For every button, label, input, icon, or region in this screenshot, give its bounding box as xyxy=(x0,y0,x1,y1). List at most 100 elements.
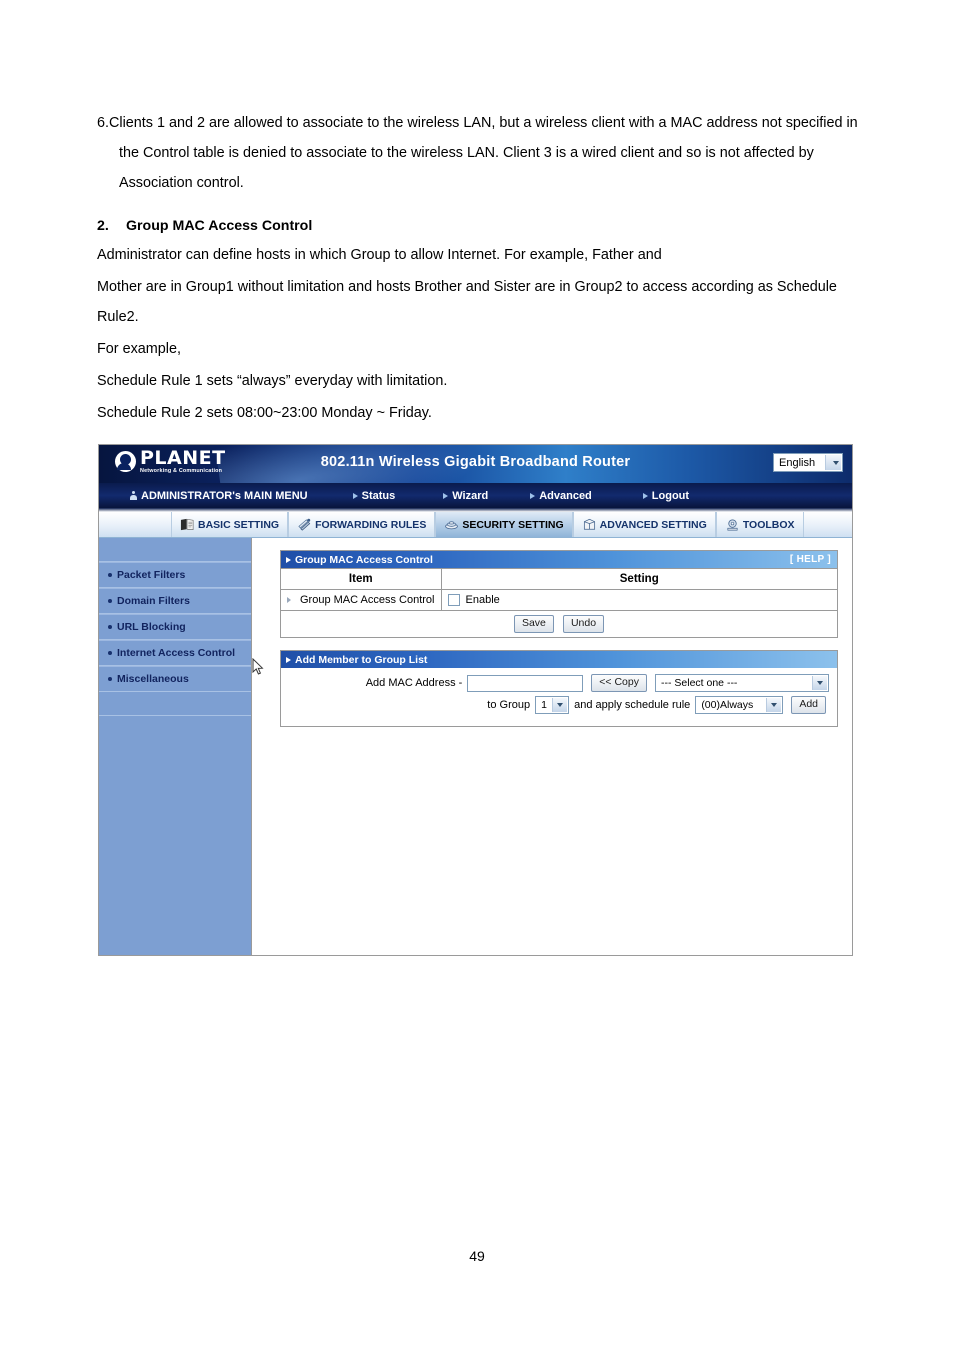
sidebar-item-internet-access-control[interactable]: Internet Access Control xyxy=(99,640,251,666)
arrow-right-icon xyxy=(286,656,291,663)
select-one-dropdown[interactable]: --- Select one --- xyxy=(655,674,829,692)
tab-toolbox[interactable]: TOOLBOX xyxy=(715,512,804,537)
sidebar-label-packet-filters: Packet Filters xyxy=(117,569,186,581)
person-icon xyxy=(130,491,137,500)
column-header-item: Item xyxy=(281,568,442,590)
panel-header-group-mac: Group MAC Access Control [ HELP ] xyxy=(281,551,837,568)
table-row: Group MAC Access Control Enable xyxy=(281,589,837,611)
add-member-to-group-panel: Add Member to Group List Add MAC Address… xyxy=(280,650,838,727)
tab-label-toolbox: TOOLBOX xyxy=(742,518,795,531)
row-setting-cell: Enable xyxy=(441,589,837,611)
sidebar-item-packet-filters[interactable]: Packet Filters xyxy=(99,562,251,588)
row-label-group-mac-access-control: Group MAC Access Control xyxy=(281,589,442,611)
sidebar-item-domain-filters[interactable]: Domain Filters xyxy=(99,588,251,614)
arrow-right-icon xyxy=(642,492,648,499)
shield-icon xyxy=(445,521,459,530)
body-paragraph-2: Mother are in Group1 without limitation … xyxy=(97,279,837,325)
nav-item-status[interactable]: Status xyxy=(352,490,395,502)
router-main-nav: ADMINISTRATOR's MAIN MENU Status Wizard … xyxy=(99,483,852,508)
arrow-right-icon xyxy=(287,597,291,603)
paragraph-6: 6.Clients 1 and 2 are allowed to associa… xyxy=(97,115,858,191)
language-select[interactable]: English xyxy=(773,453,843,472)
section-heading: 2. Group MAC Access Control xyxy=(97,212,859,240)
table-actions-row: Save Undo xyxy=(281,610,837,637)
chevron-down-icon xyxy=(812,676,827,690)
nav-label-advanced: Advanced xyxy=(539,489,592,502)
sidebar-top-spacer xyxy=(99,538,251,562)
body-paragraph-4: Schedule Rule 1 sets “always” everyday w… xyxy=(97,373,448,389)
arrow-right-icon xyxy=(443,492,449,499)
nav-item-advanced[interactable]: Advanced xyxy=(530,490,592,502)
router-title: 802.11n Wireless Gigabit Broadband Route… xyxy=(320,454,631,470)
tab-basic-setting[interactable]: BASIC SETTING xyxy=(171,512,289,537)
sidebar-label-miscellaneous: Miscellaneous xyxy=(117,673,189,685)
book-icon xyxy=(180,518,194,531)
tab-advanced-setting[interactable]: ADVANCED SETTING xyxy=(572,512,716,537)
body-paragraph-3: For example, xyxy=(97,341,181,357)
sidebar-label-domain-filters: Domain Filters xyxy=(117,595,190,607)
tab-forwarding-rules[interactable]: FORWARDING RULES xyxy=(288,512,436,537)
settings-table: Item Setting Group MAC Access Control En… xyxy=(281,568,837,637)
box-icon xyxy=(583,518,595,530)
row-label-text: Group MAC Access Control xyxy=(300,594,435,606)
schedule-rule-dropdown[interactable]: (00)Always xyxy=(695,696,784,714)
sidebar-item-url-blocking[interactable]: URL Blocking xyxy=(99,614,251,640)
arrows-icon xyxy=(298,518,311,531)
arrow-right-icon xyxy=(352,492,358,499)
tab-label-advanced-setting: ADVANCED SETTING xyxy=(599,518,707,531)
tools-icon xyxy=(727,519,738,531)
schedule-rule-label: and apply schedule rule xyxy=(574,699,691,711)
document-text-block: 6.Clients 1 and 2 are allowed to associa… xyxy=(97,108,859,430)
help-link[interactable]: [ HELP ] xyxy=(790,554,831,565)
content-area: Group MAC Access Control [ HELP ] Item S… xyxy=(252,538,852,955)
column-header-setting: Setting xyxy=(441,568,837,590)
nav-label-admin: ADMINISTRATOR's MAIN MENU xyxy=(141,489,308,502)
table-header-row: Item Setting xyxy=(281,568,837,590)
sidebar-item-miscellaneous[interactable]: Miscellaneous xyxy=(99,666,251,692)
tab-label-security-setting: SECURITY SETTING xyxy=(462,518,564,531)
nav-label-wizard: Wizard xyxy=(452,489,489,502)
router-tab-strip: BASIC SETTING FORWARDING RULES SECURITY … xyxy=(99,512,852,538)
router-header: PLANET Networking & Communication 802.11… xyxy=(99,445,852,483)
router-body: Packet Filters Domain Filters URL Blocki… xyxy=(99,538,852,955)
add-button[interactable]: Add xyxy=(791,696,826,714)
tab-security-setting[interactable]: SECURITY SETTING xyxy=(435,512,573,537)
panel-title-group-mac: Group MAC Access Control xyxy=(295,553,433,566)
nav-item-administrator-main-menu[interactable]: ADMINISTRATOR's MAIN MENU xyxy=(130,490,308,502)
mac-address-row: Add MAC Address - << Copy --- Select one… xyxy=(289,674,829,692)
page-number: 49 xyxy=(469,1248,485,1264)
panel-header-add-member: Add Member to Group List xyxy=(281,651,837,668)
sidebar-bottom-filler xyxy=(99,692,251,716)
bullet-icon xyxy=(108,677,112,681)
undo-button[interactable]: Undo xyxy=(562,615,605,633)
panel-title-add-member: Add Member to Group List xyxy=(295,653,428,666)
group-dropdown[interactable]: 1 xyxy=(535,696,570,714)
mac-address-input[interactable] xyxy=(467,674,584,692)
language-selected-value: English xyxy=(779,456,816,469)
section-title: Group MAC Access Control xyxy=(126,218,313,234)
nav-item-wizard[interactable]: Wizard xyxy=(443,490,488,502)
group-schedule-row: to Group 1 and apply schedule rule (00)A… xyxy=(289,696,829,714)
group-mac-access-control-panel: Group MAC Access Control [ HELP ] Item S… xyxy=(280,550,838,638)
nav-item-logout[interactable]: Logout xyxy=(642,489,690,502)
bullet-icon xyxy=(108,573,112,577)
enable-checkbox[interactable] xyxy=(447,594,460,606)
tab-label-forwarding-rules: FORWARDING RULES xyxy=(315,518,427,531)
bullet-icon xyxy=(108,651,112,655)
to-group-label: to Group xyxy=(487,699,531,711)
copy-button[interactable]: << Copy xyxy=(591,674,647,692)
schedule-rule-value: (00)Always xyxy=(701,699,754,711)
body-paragraph-1: Administrator can define hosts in which … xyxy=(97,247,662,263)
bullet-icon xyxy=(108,599,112,603)
sidebar-label-internet-access-control: Internet Access Control xyxy=(117,647,236,659)
chevron-down-icon xyxy=(766,698,782,712)
select-one-value: --- Select one --- xyxy=(661,677,738,689)
chevron-down-icon xyxy=(552,698,568,712)
save-button[interactable]: Save xyxy=(513,615,554,633)
enable-checkbox-label: Enable xyxy=(465,594,500,606)
router-admin-screenshot: PLANET Networking & Communication 802.11… xyxy=(98,444,853,956)
sidebar-label-url-blocking: URL Blocking xyxy=(117,621,186,633)
bullet-icon xyxy=(108,625,112,629)
sidebar: Packet Filters Domain Filters URL Blocki… xyxy=(99,538,252,955)
nav-label-logout: Logout xyxy=(651,489,690,502)
